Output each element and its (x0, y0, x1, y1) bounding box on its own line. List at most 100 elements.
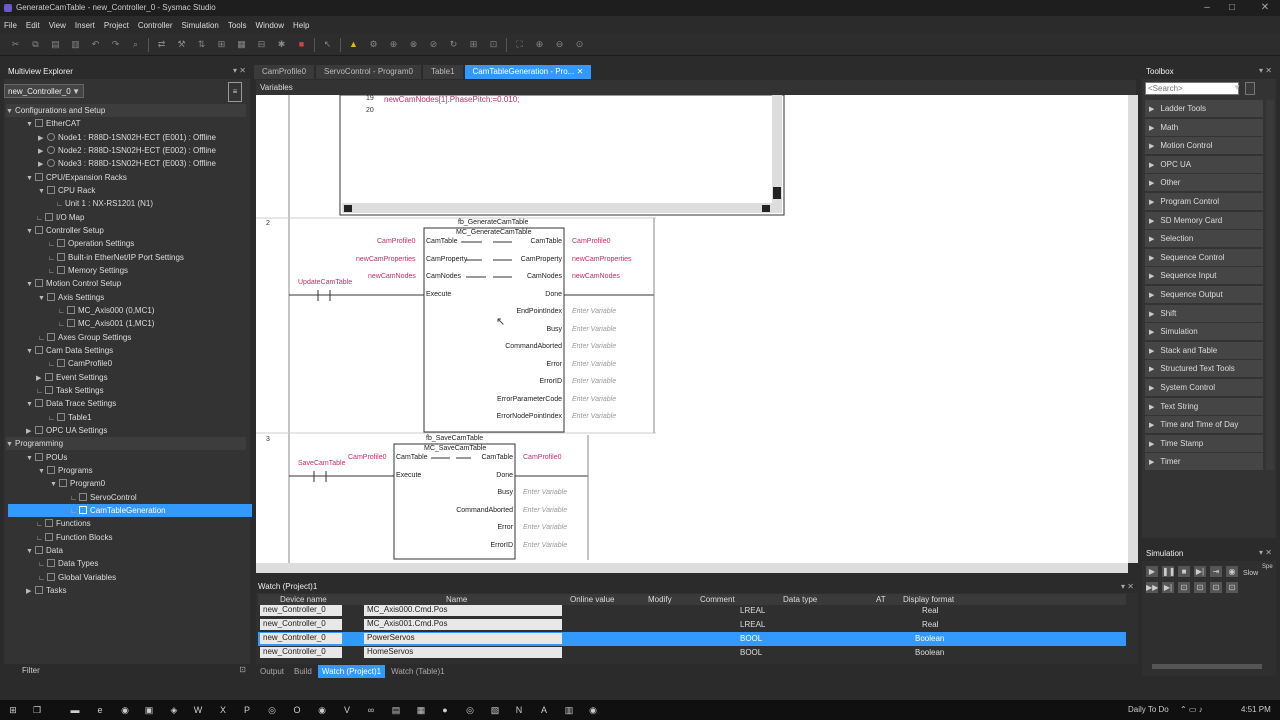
tree-item-motion-setup[interactable]: ▼ Motion Control Setup (26, 277, 266, 290)
build-icon[interactable]: ⚒ (174, 37, 189, 52)
menu-tools[interactable]: Tools (228, 21, 247, 30)
find-icon[interactable]: ⌕ (128, 37, 143, 52)
menu-edit[interactable]: Edit (26, 21, 40, 30)
sim-speed-slider[interactable] (1152, 664, 1262, 669)
tree-item-node3[interactable]: ▶ Node3 : R88D-1SN02H-ECT (E003) : Offlin… (38, 157, 278, 170)
tab-camtablegeneration[interactable]: CamTableGeneration - Pro... ✕ (464, 65, 592, 79)
tab-build[interactable]: Build (290, 665, 316, 678)
tree-section-programming[interactable]: ▼ Programming (6, 437, 246, 450)
column-header[interactable]: Comment (700, 595, 735, 604)
tree-item-programs[interactable]: ▼ Programs (38, 464, 278, 477)
tree-item-ethercat[interactable]: ▼ EtherCAT (26, 117, 266, 130)
onenote-icon[interactable]: N (512, 703, 526, 717)
display-format-cell[interactable]: Real (922, 620, 938, 629)
tree-section-configurations[interactable]: ▼ Configurations and Setup (6, 104, 246, 117)
tree-item-cpu-racks[interactable]: ▼ CPU/Expansion Racks (26, 171, 266, 184)
tree-item-cam-data[interactable]: ▼ Cam Data Settings (26, 344, 266, 357)
sysmac-studio-icon[interactable]: ◈ (167, 703, 181, 717)
toolbox-item[interactable]: ▶ OPC UA (1145, 155, 1263, 173)
toolbox-item[interactable]: ▶ Sequence Output (1145, 285, 1263, 303)
input-variable[interactable]: newCamProperties (356, 256, 416, 263)
tree-item-node2[interactable]: ▶ Node2 : R88D-1SN02H-ECT (E002) : Offlin… (38, 144, 278, 157)
word-icon[interactable]: W (191, 703, 205, 717)
toolbox-item[interactable]: ▶ Time Stamp (1145, 434, 1263, 452)
app-icon[interactable]: ● (438, 703, 452, 717)
sim-pause-icon[interactable]: ❚❚ (1162, 566, 1175, 577)
excel-icon[interactable]: X (216, 703, 230, 717)
output-variable-placeholder[interactable]: Enter Variable (572, 326, 616, 333)
browser-icon[interactable]: ◉ (315, 703, 329, 717)
paste-icon[interactable]: ▤ (48, 37, 63, 52)
sim-step-icon[interactable]: ▶| (1194, 566, 1206, 577)
device-name-cell[interactable]: new_Controller_0 (260, 633, 342, 644)
zoom-icon[interactable]: ⊕ (386, 37, 401, 52)
tab-servocontrol[interactable]: ServoControl - Program0 (316, 65, 421, 79)
sim-option-icon[interactable]: ⊡ (1178, 582, 1190, 593)
output-variable[interactable]: CamProfile0 (572, 238, 611, 245)
search-options-icon[interactable] (1245, 82, 1255, 95)
column-header[interactable]: Name (446, 595, 467, 604)
controller-select[interactable]: new_Controller_0 ▼ (4, 84, 84, 98)
trace-icon[interactable]: ⊗ (406, 37, 421, 52)
powerpoint-icon[interactable]: P (240, 703, 254, 717)
tree-item-cpu-rack[interactable]: ▼ CPU Rack (38, 184, 278, 197)
output-variable-placeholder[interactable]: Enter Variable (523, 507, 567, 514)
menu-project[interactable]: Project (104, 21, 129, 30)
taskbar-clock[interactable]: 4:51 PM (1241, 705, 1271, 714)
tree-item-table1[interactable]: ∟ Table1 (48, 411, 288, 424)
pin-icon[interactable]: ▾ ✕ (233, 66, 246, 75)
calculator-icon[interactable]: ▥ (562, 703, 576, 717)
tab-camprofile0[interactable]: CamProfile0 (254, 65, 315, 79)
tree-item-data[interactable]: ▼ Data (26, 544, 266, 557)
start-icon[interactable]: ⊞ (6, 703, 20, 717)
tree-item-node1[interactable]: ▶ Node1 : R88D-1SN02H-ECT (E001) : Offlin… (38, 131, 278, 144)
toolbox-item[interactable]: ▶ Motion Control (1145, 137, 1263, 155)
app-icon[interactable]: ▧ (488, 703, 502, 717)
toolbox-item[interactable]: ▶ Sequence Input (1145, 267, 1263, 285)
sim-fast-forward-icon[interactable]: ▶▶ (1146, 582, 1158, 593)
tree-item-camprofile0[interactable]: ∟ CamProfile0 (48, 357, 288, 370)
table-row[interactable]: new_Controller_0 MC_Axis000.Cmd.Pos LREA… (258, 604, 1126, 618)
output-variable-placeholder[interactable]: Enter Variable (572, 361, 616, 368)
warning-icon[interactable]: ▲ (346, 37, 361, 52)
column-header[interactable]: Display format (903, 595, 954, 604)
device-name-cell[interactable]: new_Controller_0 (260, 619, 342, 630)
table-row[interactable]: new_Controller_0 HomeServos BOOL Boolean (258, 646, 1126, 660)
tree-item-memory-settings[interactable]: ∟ Memory Settings (48, 264, 288, 277)
file-explorer-icon[interactable]: ▬ (68, 703, 82, 717)
zoom-in-icon[interactable]: ⊕ (532, 37, 547, 52)
layout-icon[interactable]: ⊡ (486, 37, 501, 52)
column-header[interactable]: Modify (648, 595, 672, 604)
tree-item-axes-group[interactable]: ∟ Axes Group Settings (38, 331, 278, 344)
pin-icon[interactable]: ▾ ✕ (1259, 548, 1272, 557)
zoom-reset-icon[interactable]: ⊙ (572, 37, 587, 52)
toolbox-item[interactable]: ▶ Time and Time of Day (1145, 416, 1263, 434)
grid-icon[interactable]: ⊞ (466, 37, 481, 52)
tree-item-data-types[interactable]: ∟ Data Types (38, 557, 278, 570)
chevron-down-icon[interactable]: ▼ (1233, 83, 1241, 92)
app-icon[interactable]: ◎ (265, 703, 279, 717)
variable-name-cell[interactable]: MC_Axis000.Cmd.Pos (364, 605, 562, 616)
monitor-icon[interactable]: ▦ (234, 37, 249, 52)
sim-step-out-icon[interactable]: ▶| (1162, 582, 1174, 593)
settings-icon[interactable]: ✱ (274, 37, 289, 52)
app-icon[interactable]: ▤ (389, 703, 403, 717)
input-variable[interactable]: CamProfile0 (377, 238, 416, 245)
tab-output[interactable]: Output (256, 665, 289, 678)
acrobat-icon[interactable]: A (537, 703, 551, 717)
column-header[interactable]: Online value (570, 595, 614, 604)
tab-watch-project[interactable]: Watch (Project)1 (317, 665, 386, 678)
output-variable-placeholder[interactable]: Enter Variable (572, 343, 616, 350)
st-code-line[interactable]: newCamNodes[1].PhasePitch:=0.010; (384, 95, 519, 104)
fit-icon[interactable]: ⛶ (512, 37, 527, 52)
step-icon[interactable]: ⊘ (426, 37, 441, 52)
fb-instance-name[interactable]: fb_SaveCamTable (426, 435, 483, 442)
table-row[interactable]: new_Controller_0 MC_Axis001.Cmd.Pos LREA… (258, 618, 1126, 632)
tree-item-pous[interactable]: ▼ POUs (26, 451, 266, 464)
tree-item-program0[interactable]: ▼ Program0 (50, 477, 290, 490)
contact-variable[interactable]: UpdateCamTable (298, 279, 352, 286)
tree-item-opcua-settings[interactable]: ▶ OPC UA Settings (26, 424, 266, 437)
filter-icon[interactable]: ⊡ (239, 665, 246, 674)
tree-item-function-blocks[interactable]: ∟ Function Blocks (36, 531, 276, 544)
tree-item-global-variables[interactable]: ∟ Global Variables (38, 571, 278, 584)
